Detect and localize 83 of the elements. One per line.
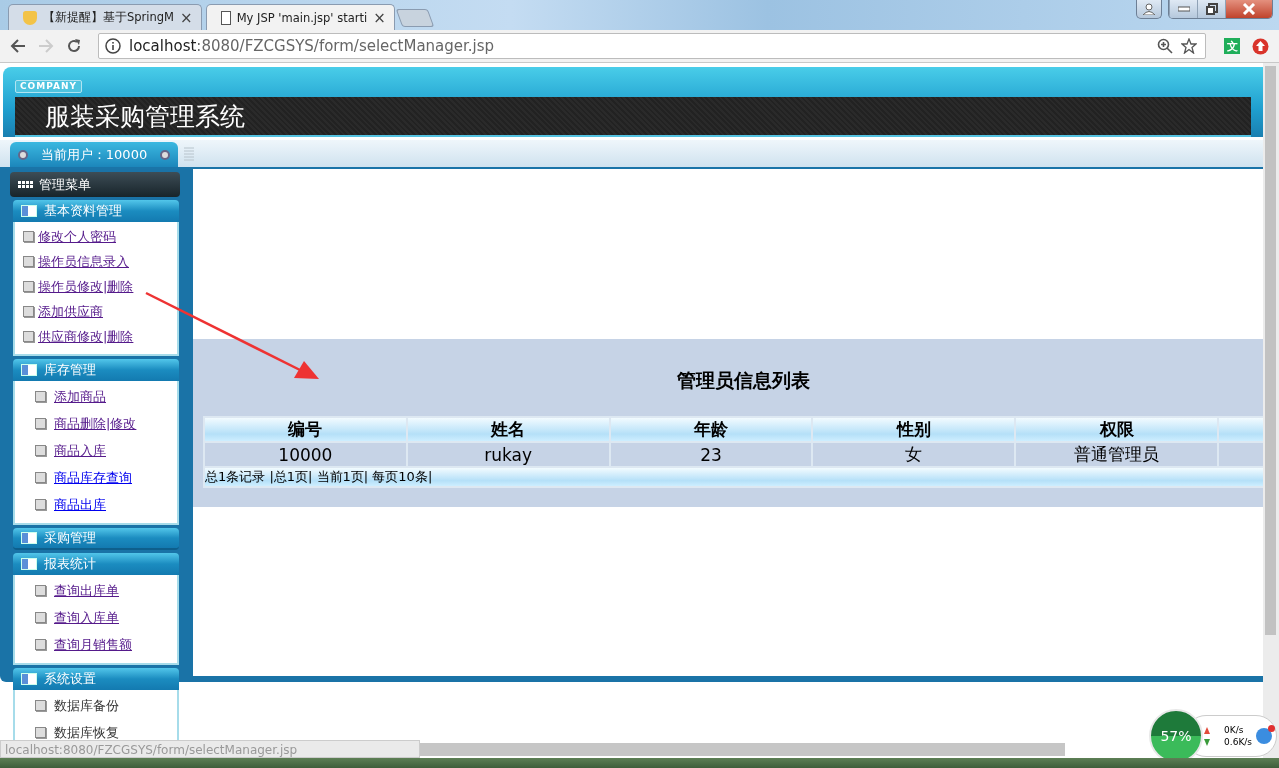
menu-link[interactable]: 供应商修改|删除 [38, 327, 134, 346]
table-cell: 10000 [204, 442, 407, 467]
restore-button[interactable] [1197, 0, 1225, 18]
square-icon [23, 331, 34, 342]
pager-text: 总1条记录 |总1页| 当前1页| 每页10条| [205, 469, 433, 484]
square-icon [35, 418, 46, 429]
menu-link[interactable]: 操作员修改|删除 [38, 277, 134, 296]
menu-link[interactable]: 查询出库单 [54, 581, 119, 600]
close-button[interactable] [1225, 0, 1272, 18]
menu-item[interactable]: 数据库备份 [54, 696, 119, 715]
column-header: 姓名 [406, 417, 610, 442]
minimize-icon [1177, 6, 1190, 12]
reload-icon[interactable] [66, 38, 82, 54]
menu-item[interactable]: 数据库恢复 [54, 723, 119, 742]
menu-link[interactable]: 商品入库 [54, 441, 106, 460]
square-icon [35, 727, 46, 738]
table-cell: 普通管理员 [1015, 442, 1218, 467]
square-icon [35, 445, 46, 456]
site-title: 服装采购管理系统 [45, 100, 245, 133]
close-icon[interactable]: × [373, 8, 386, 27]
menu-link[interactable]: 商品出库 [54, 495, 106, 514]
square-icon [35, 472, 46, 483]
zoom-icon[interactable] [1157, 38, 1173, 54]
square-icon [35, 499, 46, 510]
square-icon [23, 256, 34, 267]
menu-group-header[interactable]: 采购管理 [13, 528, 179, 550]
menu-link[interactable]: 添加商品 [54, 387, 106, 406]
grid-icon [18, 181, 33, 188]
square-icon [23, 231, 34, 242]
restore-icon [1205, 3, 1218, 15]
address-bar[interactable]: localhost:8080/FZCGSYS/form/selectManager.jsp [98, 33, 1206, 59]
company-badge: COMPANY [15, 80, 82, 93]
current-user: 当前用户：10000 [40, 145, 148, 164]
upload-icon[interactable] [1252, 37, 1269, 55]
menu-group-header[interactable]: 报表统计 [13, 553, 179, 575]
square-icon [35, 391, 46, 402]
star-icon[interactable] [1181, 38, 1197, 54]
tab-title: My JSP 'main.jsp' starti [236, 10, 368, 25]
menu-link[interactable]: 商品删除|修改 [54, 414, 137, 433]
vertical-scrollbar[interactable] [1263, 63, 1279, 758]
list-heading: 管理员信息列表 [675, 368, 811, 393]
menu-group-header[interactable]: 系统设置 [13, 668, 179, 690]
column-header: 编号 [204, 417, 407, 442]
square-icon [23, 306, 34, 317]
column-header: 年龄 [609, 417, 813, 442]
close-icon[interactable]: × [180, 8, 193, 27]
horizontal-scrollbar[interactable] [420, 743, 1065, 756]
status-url: localhost:8080/FZCGSYS/form/selectManager.jsp [0, 740, 420, 758]
upload-speed: 0K/s [1224, 725, 1244, 735]
menu-link[interactable]: 查询入库单 [54, 608, 119, 627]
square-icon [35, 612, 46, 623]
square-icon [35, 639, 46, 650]
column-header [1218, 417, 1263, 442]
url-text: localhost:8080/FZCGSYS/form/selectManager.jsp [129, 37, 495, 55]
menu-title: 管理菜单 [39, 175, 91, 194]
pin-icon [18, 149, 28, 160]
grip-icon [184, 147, 194, 163]
browser-tab[interactable]: My JSP 'main.jsp' starti × [205, 4, 395, 30]
close-icon [1242, 3, 1256, 15]
square-icon [35, 700, 46, 711]
table-cell: 女 [812, 442, 1016, 467]
plus-icon[interactable] [1256, 728, 1272, 744]
memory-ball[interactable]: 57% [1149, 709, 1203, 758]
square-icon [23, 281, 34, 292]
user-icon[interactable] [1136, 0, 1162, 19]
menu-link[interactable]: 操作员信息录入 [38, 252, 129, 271]
table-cell: rukay [406, 442, 610, 467]
back-icon[interactable] [10, 39, 26, 53]
menu-link[interactable]: 商品库存查询 [54, 468, 132, 487]
menu-link[interactable]: 查询月销售额 [54, 635, 132, 654]
page-icon [220, 10, 231, 25]
download-speed: 0.6K/s [1224, 737, 1252, 747]
browser-tab[interactable]: 【新提醒】基于SpringM × [8, 4, 202, 30]
scroll-thumb[interactable] [1265, 66, 1276, 635]
menu-link[interactable]: 添加供应商 [38, 302, 103, 321]
square-icon [35, 585, 46, 596]
info-icon[interactable] [105, 38, 121, 54]
pin-icon [160, 149, 170, 160]
table-cell: 23 [609, 442, 813, 467]
column-header: 性别 [812, 417, 1016, 442]
tab-title: 【新提醒】基于SpringM [43, 10, 175, 25]
column-header: 权限 [1015, 417, 1218, 442]
menu-link[interactable]: 修改个人密码 [38, 227, 116, 246]
